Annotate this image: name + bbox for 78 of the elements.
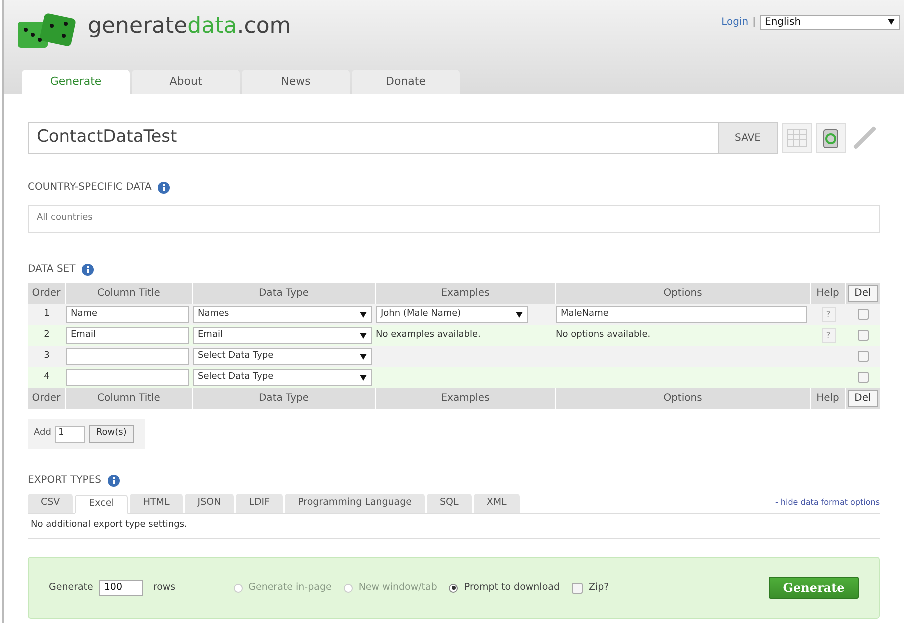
column-header: Options: [556, 388, 811, 409]
column-header: Examples: [376, 388, 556, 409]
column-header: Help: [811, 388, 846, 409]
export-tab[interactable]: XML: [474, 494, 520, 513]
generate-button[interactable]: Generate: [769, 577, 859, 599]
info-icon[interactable]: [158, 182, 170, 194]
hide-options-link[interactable]: - hide data format options: [775, 497, 880, 509]
delete-button[interactable]: Del: [848, 390, 878, 407]
caret-icon: [360, 312, 367, 318]
caret-icon: [516, 312, 523, 318]
language-select[interactable]: English: [760, 14, 900, 30]
column-header: Help: [811, 283, 846, 304]
generate-label: Generate: [49, 580, 94, 595]
column-header: Examples: [376, 283, 556, 304]
row-count-field[interactable]: 1: [55, 426, 86, 442]
separator-text: |: [752, 16, 756, 30]
export-tab[interactable]: Programming Language: [285, 494, 426, 513]
zip-label: Zip?: [588, 580, 610, 595]
column-header: Data Type: [193, 283, 376, 304]
column-title-field[interactable]: [66, 369, 189, 386]
section-title: DATA SET: [28, 263, 76, 277]
site-logo-text[interactable]: generatedata.com: [88, 10, 292, 42]
export-settings-text: No additional export type settings.: [28, 514, 880, 539]
export-tab[interactable]: CSV: [28, 494, 74, 513]
order-number: 1: [43, 308, 51, 321]
recycle-bin-icon[interactable]: [816, 123, 846, 153]
column-header: Column Title: [66, 388, 193, 409]
data-type-select[interactable]: Email: [193, 327, 372, 344]
column-title-field[interactable]: Email: [66, 327, 189, 344]
nav-tab[interactable]: Generate: [22, 70, 130, 94]
checkbox[interactable]: [858, 372, 868, 383]
data-type-select[interactable]: Select Data Type: [193, 369, 372, 386]
export-tab[interactable]: SQL: [427, 494, 472, 513]
info-icon[interactable]: [82, 264, 94, 276]
examples-select[interactable]: John (Male Name): [376, 306, 528, 323]
column-header: Column Title: [66, 283, 193, 304]
column-header: Data Type: [193, 388, 376, 409]
save-button[interactable]: SAVE: [718, 122, 778, 154]
add-label: Add: [34, 427, 52, 440]
export-tab[interactable]: LDIF: [236, 494, 284, 513]
section-title: EXPORT TYPES: [28, 474, 102, 488]
order-number: 4: [43, 370, 51, 384]
delete-button[interactable]: Del: [848, 285, 878, 302]
export-tab[interactable]: HTML: [130, 494, 183, 513]
checkbox[interactable]: [572, 582, 583, 594]
export-tab[interactable]: JSON: [184, 494, 234, 513]
output-radio[interactable]: Prompt to download: [449, 580, 560, 596]
info-icon[interactable]: [108, 474, 120, 486]
add-rows-button[interactable]: Row(s): [89, 425, 134, 443]
column-header: Order: [28, 388, 66, 409]
options-field[interactable]: MaleName: [556, 306, 807, 323]
column-title-field[interactable]: Name: [66, 306, 189, 323]
nav-tab[interactable]: News: [242, 70, 350, 94]
order-number: 3: [43, 350, 51, 363]
checkbox[interactable]: [858, 309, 868, 320]
options-text: No options available.: [556, 330, 651, 340]
rows-label: rows: [153, 580, 176, 595]
column-title-field[interactable]: [66, 348, 189, 365]
export-tab[interactable]: Excel: [75, 495, 128, 514]
order-number: 2: [43, 328, 51, 342]
country-field[interactable]: All countries: [28, 205, 880, 233]
login-link[interactable]: Login: [722, 14, 749, 30]
column-header: Options: [556, 283, 811, 304]
section-title: COUNTRY-SPECIFIC DATA: [28, 181, 152, 195]
row-count-field[interactable]: 100: [99, 580, 144, 596]
data-type-select[interactable]: Names: [193, 306, 372, 323]
caret-icon: [888, 19, 895, 25]
checkbox[interactable]: [858, 330, 868, 341]
column-header: Order: [28, 283, 66, 304]
checkbox[interactable]: [858, 351, 868, 362]
nav-tab[interactable]: Donate: [352, 70, 460, 94]
data-type-select[interactable]: Select Data Type: [193, 348, 372, 365]
caret-icon: [360, 354, 367, 360]
config-name-field[interactable]: ContactDataTest: [28, 122, 719, 154]
caret-icon: [360, 374, 367, 380]
caret-icon: [360, 332, 367, 338]
nav-tab[interactable]: About: [132, 70, 240, 94]
examples-text: No examples available.: [376, 330, 481, 340]
